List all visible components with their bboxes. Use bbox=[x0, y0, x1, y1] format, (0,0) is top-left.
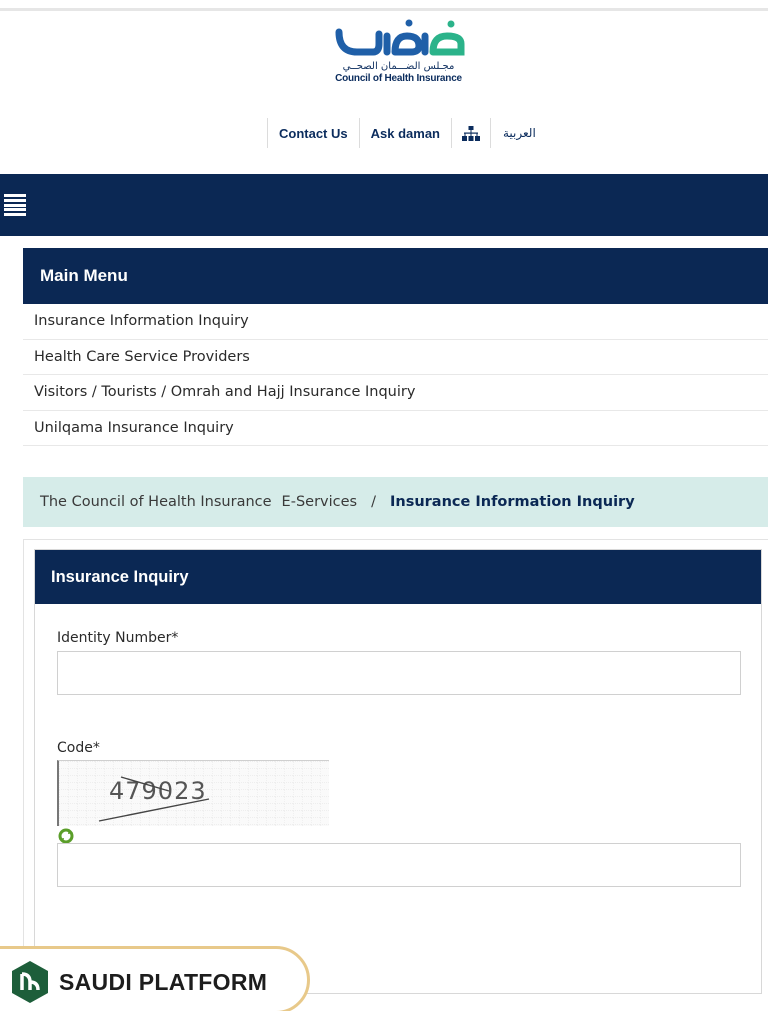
breadcrumb: The Council of Health Insurance E-Service… bbox=[23, 477, 768, 527]
breadcrumb-eservices-link[interactable]: E-Services bbox=[282, 494, 358, 510]
main-menu-title: Main Menu bbox=[23, 248, 768, 304]
navigation-bar bbox=[0, 174, 768, 236]
breadcrumb-current: Insurance Information Inquiry bbox=[389, 494, 635, 510]
form-title: Insurance Inquiry bbox=[35, 550, 761, 604]
captcha-text: 479023 bbox=[109, 777, 207, 805]
saudi-platform-logo-icon bbox=[12, 961, 48, 1003]
watermark-text: SAUDI PLATFORM bbox=[59, 968, 268, 995]
menu-item-unilqama-insurance-inquiry[interactable]: Unilqama Insurance Inquiry bbox=[23, 410, 768, 446]
language-switch-link[interactable]: العربية bbox=[491, 126, 548, 140]
identity-number-input[interactable] bbox=[57, 651, 741, 695]
ask-daman-link[interactable]: Ask daman bbox=[360, 126, 451, 141]
menu-item-visitors-insurance-inquiry[interactable]: Visitors / Tourists / Omrah and Hajj Ins… bbox=[23, 375, 768, 411]
menu-item-insurance-information-inquiry[interactable]: Insurance Information Inquiry bbox=[23, 304, 768, 340]
daman-logo-mark bbox=[335, 19, 464, 56]
contact-us-link[interactable]: Contact Us bbox=[268, 126, 359, 141]
logo[interactable]: مجـلس الضـــمان الصحــي Council of Healt… bbox=[326, 14, 471, 89]
top-divider bbox=[0, 8, 768, 11]
code-label: Code* bbox=[57, 740, 100, 756]
sitemap-icon[interactable] bbox=[452, 125, 490, 141]
hamburger-menu-icon[interactable] bbox=[4, 194, 26, 216]
captcha-image: 479023 bbox=[57, 760, 329, 826]
watermark: SAUDI PLATFORM bbox=[10, 960, 267, 1004]
insurance-inquiry-form: Insurance Inquiry Identity Number* Code*… bbox=[34, 549, 762, 994]
code-input[interactable] bbox=[57, 843, 741, 887]
breadcrumb-home-link[interactable]: The Council of Health Insurance bbox=[40, 494, 272, 510]
refresh-captcha-icon[interactable] bbox=[58, 828, 74, 844]
logo-arabic-subtitle: مجـلس الضـــمان الصحــي bbox=[342, 61, 455, 72]
main-menu: Main Menu Insurance Information Inquiry … bbox=[23, 248, 768, 446]
logo-english-subtitle: Council of Health Insurance bbox=[335, 73, 462, 84]
menu-item-health-care-service-providers[interactable]: Health Care Service Providers bbox=[23, 339, 768, 375]
identity-number-label: Identity Number* bbox=[57, 630, 179, 646]
breadcrumb-separator: / bbox=[371, 494, 376, 510]
top-links: Contact Us Ask daman العربية bbox=[267, 117, 548, 149]
